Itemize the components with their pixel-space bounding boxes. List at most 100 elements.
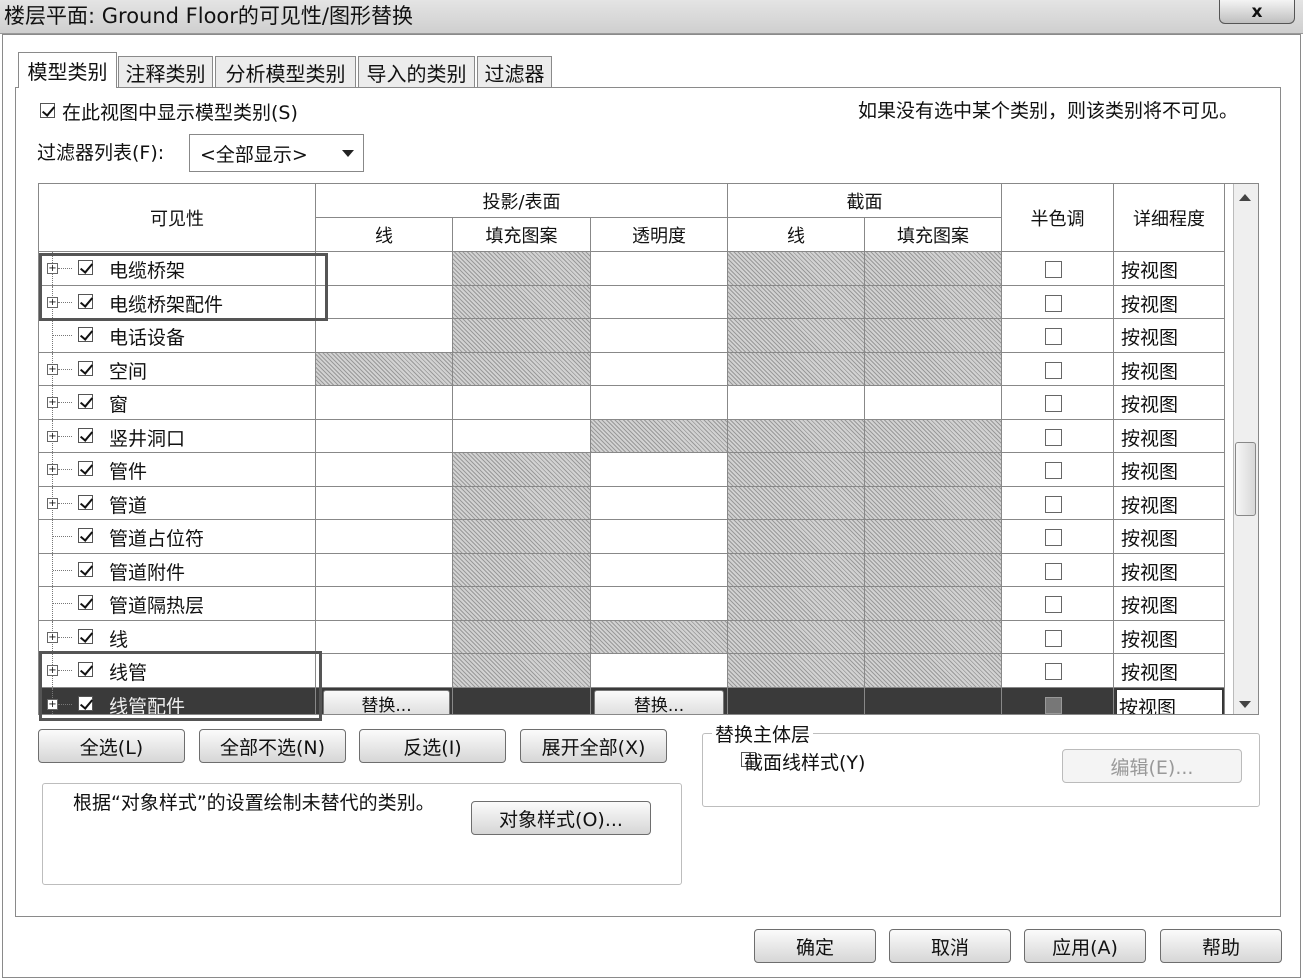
halftone-checkbox[interactable] xyxy=(1045,395,1062,412)
halftone-checkbox[interactable] xyxy=(1045,361,1062,379)
projection-patterns-cell[interactable] xyxy=(453,486,591,520)
projection-lines-cell[interactable] xyxy=(316,654,453,688)
transparency-cell[interactable] xyxy=(591,352,728,386)
cut-lines-cell[interactable] xyxy=(728,252,865,286)
halftone-checkbox[interactable] xyxy=(1045,428,1062,446)
projection-lines-cell[interactable] xyxy=(316,553,453,587)
transparency-cell[interactable] xyxy=(591,620,728,654)
projection-lines-cell[interactable] xyxy=(316,520,453,554)
transparency-cell[interactable] xyxy=(591,553,728,587)
detail-level-value[interactable]: 按视图 xyxy=(1121,524,1178,551)
visibility-checkbox[interactable] xyxy=(78,327,93,342)
table-row[interactable]: + 空间 按视图 xyxy=(39,352,1225,386)
cut-lines-cell[interactable] xyxy=(728,520,865,554)
halftone-checkbox[interactable] xyxy=(1045,495,1062,513)
detail-level-value[interactable]: 按视图 xyxy=(1121,357,1178,384)
tab-imported-categories[interactable]: 导入的类别 xyxy=(358,56,475,87)
cut-lines-cell[interactable] xyxy=(728,620,865,654)
visibility-checkbox[interactable] xyxy=(78,360,93,376)
projection-patterns-cell[interactable] xyxy=(453,285,591,319)
visibility-checkbox[interactable] xyxy=(78,394,93,409)
cut-patterns-cell[interactable] xyxy=(865,386,1002,420)
visibility-checkbox[interactable] xyxy=(78,427,93,443)
cut-patterns-cell[interactable] xyxy=(865,453,1002,487)
projection-lines-cell[interactable] xyxy=(316,352,453,386)
show-model-categories-checkbox[interactable] xyxy=(40,103,55,118)
visibility-checkbox[interactable] xyxy=(78,494,93,510)
transparency-cell[interactable] xyxy=(591,520,728,554)
cut-patterns-cell[interactable] xyxy=(865,687,1002,714)
filter-list-dropdown[interactable]: <全部显示> xyxy=(189,134,364,172)
detail-level-value[interactable]: 按视图 xyxy=(1121,558,1178,585)
cut-lines-cell[interactable] xyxy=(728,687,865,714)
cut-lines-cell[interactable] xyxy=(728,654,865,688)
override-transparency-button[interactable]: 替换... xyxy=(594,689,724,714)
detail-level-value[interactable]: 按视图 xyxy=(1121,625,1178,652)
projection-patterns-cell[interactable] xyxy=(453,352,591,386)
detail-level-value[interactable]: 按视图 xyxy=(1121,390,1178,417)
visibility-checkbox[interactable] xyxy=(78,461,93,476)
cut-patterns-cell[interactable] xyxy=(865,319,1002,353)
cut-patterns-cell[interactable] xyxy=(865,486,1002,520)
transparency-cell[interactable] xyxy=(591,386,728,420)
scrollbar-thumb[interactable] xyxy=(1235,442,1256,516)
projection-lines-cell[interactable] xyxy=(316,486,453,520)
detail-level-value[interactable]: 按视图 xyxy=(1121,256,1178,283)
detail-level-value[interactable]: 按视图 xyxy=(1121,424,1178,451)
projection-patterns-cell[interactable] xyxy=(453,386,591,420)
halftone-checkbox[interactable] xyxy=(1045,529,1062,546)
projection-patterns-cell[interactable] xyxy=(453,687,591,714)
halftone-checkbox[interactable] xyxy=(1045,663,1062,680)
object-styles-button[interactable]: 对象样式(O)... xyxy=(471,801,651,835)
halftone-checkbox[interactable] xyxy=(1045,294,1062,312)
projection-patterns-cell[interactable] xyxy=(453,620,591,654)
table-row[interactable]: 电话设备 按视图 xyxy=(39,319,1225,353)
tab-analytical-model-categories[interactable]: 分析模型类别 xyxy=(215,56,356,87)
projection-lines-cell[interactable] xyxy=(316,285,453,319)
help-button[interactable]: 帮助 xyxy=(1160,929,1282,963)
table-row[interactable]: + 管件 按视图 xyxy=(39,453,1225,487)
halftone-checkbox[interactable] xyxy=(1045,696,1062,714)
cut-patterns-cell[interactable] xyxy=(865,654,1002,688)
transparency-cell[interactable] xyxy=(591,252,728,286)
cut-patterns-cell[interactable] xyxy=(865,352,1002,386)
projection-patterns-cell[interactable] xyxy=(453,520,591,554)
projection-patterns-cell[interactable] xyxy=(453,553,591,587)
tab-annotation-categories[interactable]: 注释类别 xyxy=(118,56,213,87)
projection-lines-cell[interactable] xyxy=(316,386,453,420)
cut-lines-cell[interactable] xyxy=(728,419,865,453)
halftone-checkbox[interactable] xyxy=(1045,462,1062,479)
ok-button[interactable]: 确定 xyxy=(754,929,876,963)
invert-selection-button[interactable]: 反选(I) xyxy=(359,729,506,763)
halftone-checkbox[interactable] xyxy=(1045,328,1062,345)
expand-icon[interactable]: + xyxy=(47,631,58,643)
visibility-checkbox[interactable] xyxy=(78,528,93,543)
halftone-checkbox[interactable] xyxy=(1045,629,1062,647)
cut-lines-cell[interactable] xyxy=(728,386,865,420)
projection-lines-cell[interactable] xyxy=(316,252,453,286)
projection-lines-cell[interactable] xyxy=(316,419,453,453)
projection-patterns-cell[interactable] xyxy=(453,419,591,453)
expand-all-button[interactable]: 展开全部(X) xyxy=(520,729,667,763)
visibility-checkbox[interactable] xyxy=(78,628,93,644)
transparency-cell[interactable] xyxy=(591,587,728,621)
transparency-cell[interactable] xyxy=(591,285,728,319)
cut-patterns-cell[interactable] xyxy=(865,587,1002,621)
scroll-up-icon[interactable] xyxy=(1239,194,1251,201)
projection-lines-cell[interactable] xyxy=(316,587,453,621)
cut-lines-cell[interactable] xyxy=(728,453,865,487)
cut-lines-cell[interactable] xyxy=(728,285,865,319)
projection-lines-cell[interactable] xyxy=(316,319,453,353)
transparency-cell[interactable] xyxy=(591,486,728,520)
transparency-cell[interactable] xyxy=(591,654,728,688)
halftone-checkbox[interactable] xyxy=(1045,261,1062,278)
table-row[interactable]: 管道隔热层 按视图 xyxy=(39,587,1225,621)
override-projection-lines-button[interactable]: 替换... xyxy=(323,689,450,714)
projection-patterns-cell[interactable] xyxy=(453,587,591,621)
detail-level-value[interactable]: 按视图 xyxy=(1121,290,1178,317)
halftone-checkbox[interactable] xyxy=(1045,562,1062,580)
cut-patterns-cell[interactable] xyxy=(865,620,1002,654)
cancel-button[interactable]: 取消 xyxy=(889,929,1011,963)
expand-icon[interactable]: + xyxy=(47,497,58,509)
cut-patterns-cell[interactable] xyxy=(865,285,1002,319)
